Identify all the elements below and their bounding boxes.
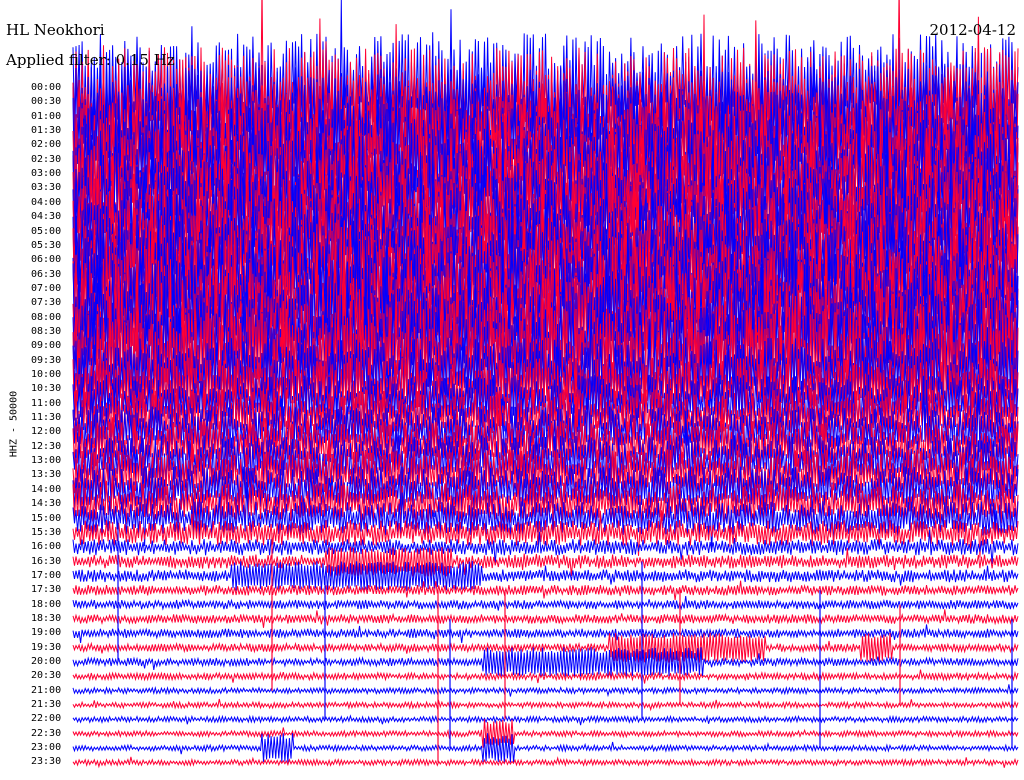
- tick-label: 21:30: [31, 699, 62, 711]
- trace-2200: [72, 714, 1019, 726]
- tick-label: 19:00: [31, 627, 62, 639]
- tick-label: 02:30: [31, 153, 62, 165]
- tick-label: 05:00: [31, 225, 62, 237]
- tick-label: 00:30: [31, 96, 62, 108]
- tick-label: 22:00: [31, 713, 62, 725]
- tick-label: 23:00: [31, 742, 62, 754]
- tick-label: 17:00: [31, 569, 62, 581]
- tick-label: 10:00: [31, 369, 62, 380]
- tick-label: 07:00: [31, 282, 62, 294]
- tick-label: 15:30: [31, 526, 62, 538]
- date-label: 2012-04-12: [929, 21, 1016, 39]
- tick-label: 14:30: [31, 498, 62, 510]
- trace-2030: [72, 669, 1019, 684]
- tick-label: 02:00: [31, 139, 62, 151]
- tick-label: 03:00: [31, 168, 62, 180]
- tick-label: 01:30: [31, 125, 62, 137]
- tick-label: 13:30: [31, 469, 62, 481]
- tick-label: 00:00: [31, 82, 62, 93]
- trace-2130: [72, 698, 1019, 712]
- tick-label: 03:30: [31, 182, 62, 194]
- tick-label: 05:30: [31, 239, 62, 251]
- tick-label: 14:00: [31, 483, 62, 495]
- tick-label: 22:30: [31, 727, 62, 739]
- tick-label: 18:00: [31, 598, 62, 610]
- tick-label: 08:00: [31, 311, 62, 323]
- tick-label: 12:00: [31, 426, 62, 438]
- trace-1800: [72, 596, 1019, 611]
- tick-label: 16:30: [31, 555, 62, 567]
- tick-label: 01:00: [31, 110, 62, 122]
- helicorder-chart: HL Neokhori 2012-04-12 Applied filter: 0…: [0, 0, 1024, 780]
- tick-label: 04:30: [31, 211, 62, 223]
- seismogram-plot: [72, 0, 1019, 769]
- tick-label: 19:30: [31, 641, 62, 653]
- tick-label: 10:30: [31, 383, 62, 395]
- trace-1730: [72, 580, 1019, 601]
- tick-label: 15:00: [31, 512, 62, 524]
- tick-label: 06:00: [31, 254, 62, 266]
- tick-label: 12:30: [31, 440, 62, 452]
- tick-label: 09:00: [31, 340, 62, 352]
- tick-label: 13:00: [31, 455, 62, 467]
- tick-label: 16:00: [31, 541, 62, 553]
- tick-label: 09:30: [31, 354, 62, 366]
- trace-2330: [72, 756, 1019, 769]
- tick-label: 04:00: [31, 196, 62, 208]
- tick-label: 11:00: [31, 397, 62, 409]
- trace-2100: [72, 684, 1019, 698]
- time-axis: 00:00 00:30 01:00 01:30 02:00 02:30 03:00 03:30…: [0, 0, 70, 780]
- tick-label: 23:30: [31, 756, 62, 768]
- tick-label: 20:30: [31, 670, 62, 682]
- tick-label: 06:30: [31, 268, 62, 280]
- tick-label: 18:30: [31, 612, 62, 624]
- tick-label: 20:00: [31, 656, 62, 667]
- tick-label: 07:30: [31, 297, 62, 309]
- tick-label: 11:30: [31, 412, 62, 424]
- trace-1830: [72, 609, 1019, 628]
- trace-1900: [72, 624, 1019, 644]
- tick-label: 21:00: [31, 684, 62, 696]
- tick-label: 08:30: [31, 325, 62, 337]
- tick-label: 17:30: [31, 584, 62, 596]
